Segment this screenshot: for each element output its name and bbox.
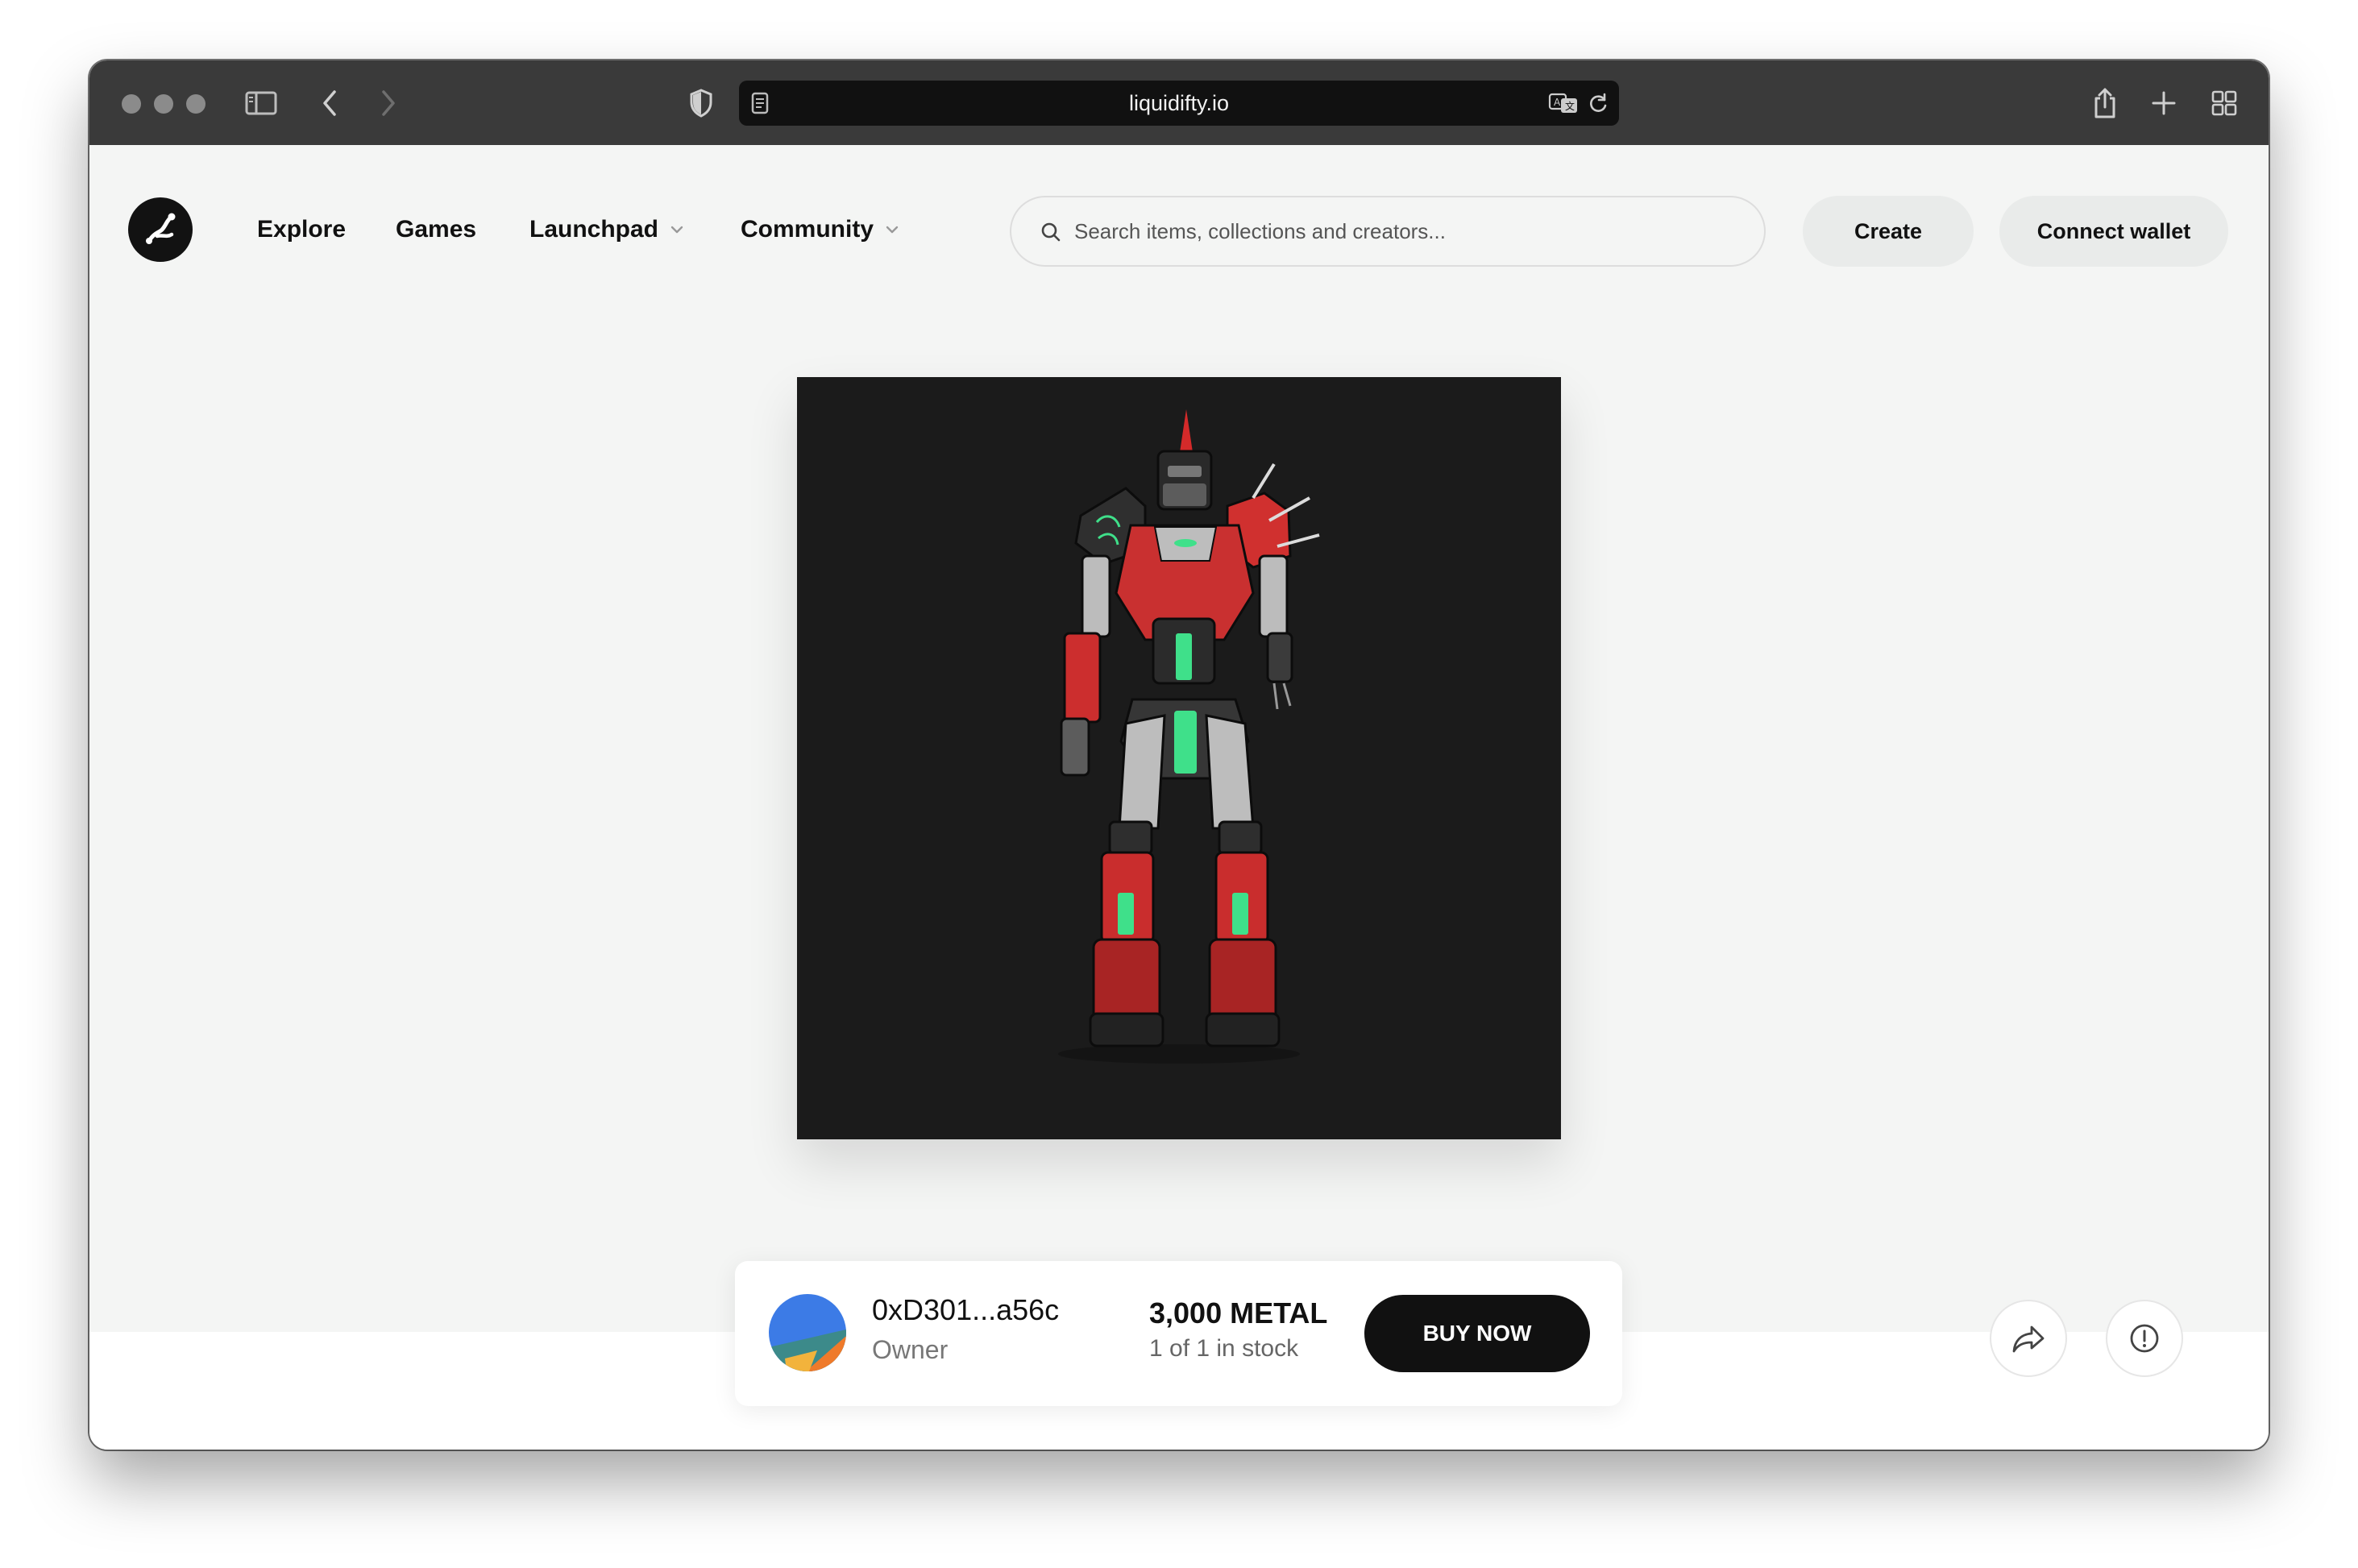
close-window-button[interactable]	[122, 94, 141, 114]
minimize-window-button[interactable]	[154, 94, 173, 114]
browser-window: liquidifty.io A文 Explore Games Launchpad	[89, 60, 2269, 1450]
zoom-window-button[interactable]	[186, 94, 205, 114]
stock-count: 1 of 1 in stock	[1149, 1335, 1299, 1362]
create-button[interactable]: Create	[1803, 196, 1974, 267]
owner-avatar[interactable]	[769, 1294, 846, 1371]
site-logo[interactable]	[128, 197, 193, 262]
window-controls	[122, 94, 205, 114]
svg-text:文: 文	[1565, 100, 1575, 112]
owner-address[interactable]: 0xD301...a56c	[872, 1293, 1059, 1327]
nav-community[interactable]: Community	[741, 214, 899, 246]
nav-explore[interactable]: Explore	[257, 214, 346, 246]
tab-overview-icon[interactable]	[2206, 85, 2243, 122]
search-bar[interactable]	[1010, 196, 1766, 267]
search-icon	[1041, 222, 1061, 242]
chevron-down-icon	[886, 226, 899, 234]
forward-icon[interactable]	[370, 85, 407, 122]
alert-circle-icon	[2130, 1324, 2159, 1353]
url-text: liquidifty.io	[1128, 91, 1230, 115]
address-bar[interactable]: liquidifty.io A文	[739, 81, 1619, 126]
sidebar-toggle-icon[interactable]	[243, 85, 280, 122]
connect-wallet-button[interactable]: Connect wallet	[1999, 196, 2228, 267]
nav-explore-label: Explore	[257, 216, 347, 243]
translate-icon[interactable]: A文	[1548, 92, 1579, 114]
nav-games[interactable]: Games	[396, 214, 476, 246]
browser-toolbar: liquidifty.io A文	[89, 60, 2269, 145]
privacy-shield-icon[interactable]	[683, 85, 720, 122]
back-icon[interactable]	[311, 85, 348, 122]
nav-community-label: Community	[741, 216, 874, 243]
new-tab-icon[interactable]	[2145, 85, 2182, 122]
share-page-icon[interactable]	[2086, 85, 2123, 122]
owner-label: Owner	[872, 1335, 949, 1364]
search-input[interactable]	[1074, 197, 1735, 265]
share-button[interactable]	[1990, 1300, 2067, 1377]
nft-artwork[interactable]	[797, 377, 1561, 1139]
nav-games-label: Games	[396, 216, 477, 243]
robot-illustration	[1058, 409, 1320, 1064]
buy-now-button[interactable]: BUY NOW	[1364, 1295, 1590, 1372]
svg-text:A: A	[1554, 97, 1561, 108]
share-icon	[2012, 1325, 2045, 1353]
price-value: 3,000 METAL	[1149, 1296, 1328, 1329]
nav-launchpad[interactable]: Launchpad	[529, 214, 684, 246]
chevron-down-icon	[670, 226, 683, 234]
nav-launchpad-label: Launchpad	[529, 216, 659, 243]
purchase-panel: 0xD301...a56c Owner 3,000 METAL 1 of 1 i…	[735, 1261, 1622, 1406]
reload-icon[interactable]	[1587, 92, 1609, 114]
report-button[interactable]	[2106, 1300, 2183, 1377]
